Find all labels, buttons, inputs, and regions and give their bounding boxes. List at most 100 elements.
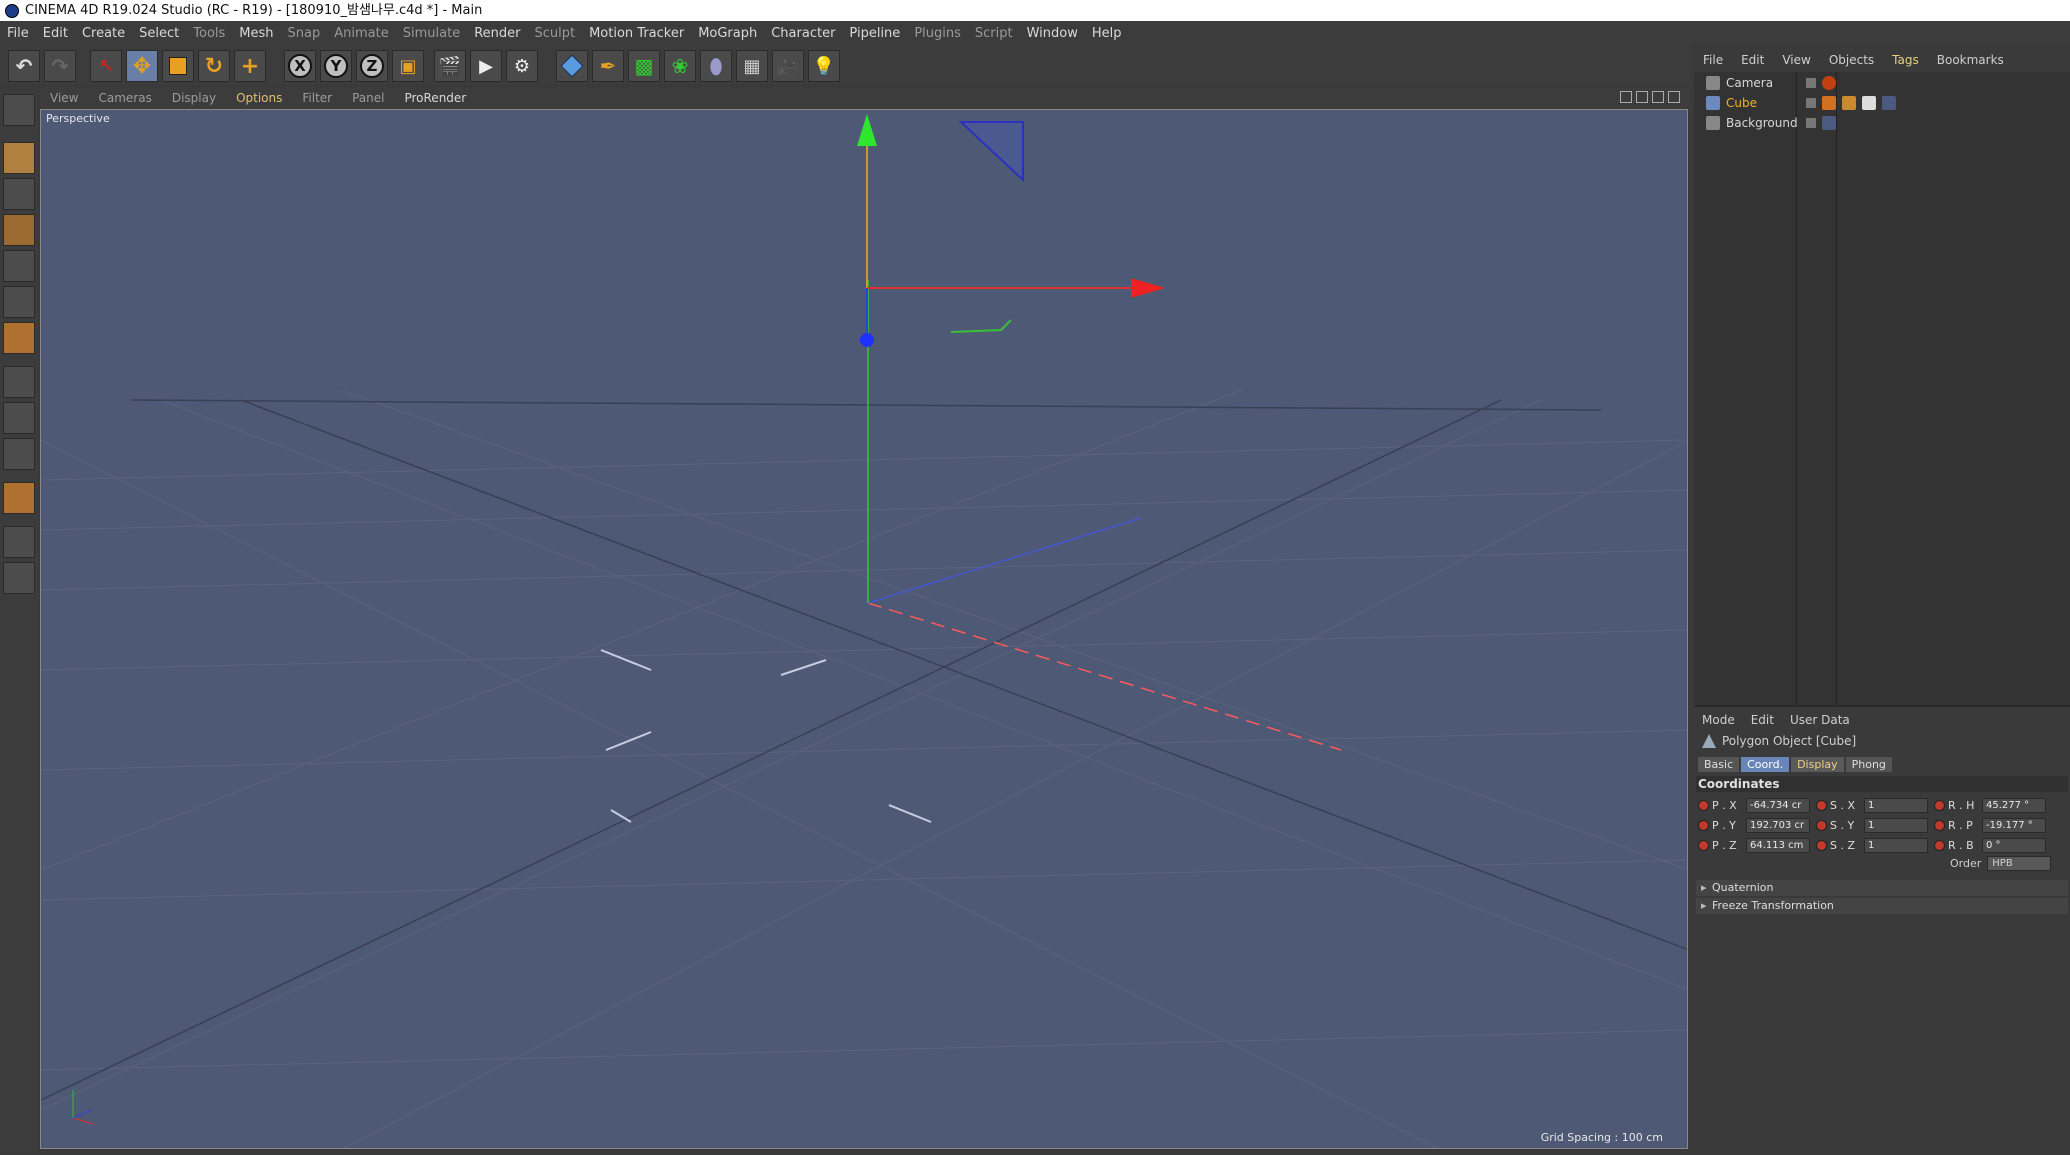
menu-sculpt[interactable]: Sculpt xyxy=(527,26,582,41)
recent-tool-icon[interactable]: + xyxy=(234,50,266,82)
edges-mode-icon[interactable] xyxy=(3,286,35,318)
orbit-icon[interactable] xyxy=(1652,91,1664,103)
model-mode-icon[interactable] xyxy=(3,142,35,174)
pan-icon[interactable] xyxy=(1620,91,1632,103)
viewport-menu-cameras[interactable]: Cameras xyxy=(88,91,161,105)
axis-mode-icon[interactable] xyxy=(3,366,35,398)
material-tag-icon[interactable] xyxy=(1822,95,1836,110)
viewport-menu-options[interactable]: Options xyxy=(226,91,292,105)
viewport-menu-panel[interactable]: Panel xyxy=(342,91,394,105)
menu-help[interactable]: Help xyxy=(1085,26,1129,41)
scale-tool-icon[interactable] xyxy=(162,50,194,82)
keyframe-icon[interactable] xyxy=(1816,839,1827,851)
menu-mesh[interactable]: Mesh xyxy=(232,26,280,41)
texture-mode-icon[interactable] xyxy=(3,178,35,210)
points-mode-icon[interactable] xyxy=(3,250,35,282)
texture-tag-icon[interactable] xyxy=(1882,95,1896,110)
am-menu-mode[interactable]: Mode xyxy=(1694,713,1743,727)
rotate-tool-icon[interactable]: ↻ xyxy=(198,50,230,82)
om-menu-bookmarks[interactable]: Bookmarks xyxy=(1928,53,2013,67)
tab-display[interactable]: Display xyxy=(1791,757,1844,772)
rotation-b-field[interactable]: 0 ° xyxy=(1982,837,2046,853)
zoom-icon[interactable] xyxy=(1636,91,1648,103)
scale-z-field[interactable]: 1 xyxy=(1864,837,1928,853)
deformer-icon[interactable]: ⬮ xyxy=(700,50,732,82)
menu-render[interactable]: Render xyxy=(467,26,527,41)
floor-environment-icon[interactable]: ▦ xyxy=(736,50,768,82)
menu-window[interactable]: Window xyxy=(1020,26,1085,41)
position-x-field[interactable]: -64.734 cr xyxy=(1746,797,1810,813)
move-tool-icon[interactable]: ✥ xyxy=(126,50,158,82)
redo-icon[interactable]: ↷ xyxy=(44,50,76,82)
scale-y-field[interactable]: 1 xyxy=(1864,817,1928,833)
om-menu-file[interactable]: File xyxy=(1694,53,1732,67)
quaternion-fold[interactable]: Quaternion xyxy=(1696,880,2068,896)
visibility-toggle-icon[interactable] xyxy=(1806,117,1816,128)
cube-object-icon[interactable] xyxy=(556,50,588,82)
protection-tag-icon[interactable] xyxy=(1822,75,1836,90)
keyframe-icon[interactable] xyxy=(1698,799,1709,811)
rotation-order-select[interactable]: HPB xyxy=(1987,856,2052,871)
menu-character[interactable]: Character xyxy=(764,26,842,41)
object-row-cube[interactable]: Cube xyxy=(1706,93,2070,112)
menu-animate[interactable]: Animate xyxy=(327,26,395,41)
uvw-tag-icon[interactable] xyxy=(1862,95,1876,110)
live-selection-icon[interactable]: ↖ xyxy=(90,50,122,82)
viewport-menu-filter[interactable]: Filter xyxy=(292,91,342,105)
menu-select[interactable]: Select xyxy=(132,26,186,41)
position-y-field[interactable]: 192.703 cr xyxy=(1746,817,1810,833)
menu-tools[interactable]: Tools xyxy=(186,26,232,41)
viewport-menu-view[interactable]: View xyxy=(40,91,88,105)
menu-script[interactable]: Script xyxy=(968,26,1020,41)
rotation-p-field[interactable]: -19.177 ° xyxy=(1982,817,2046,833)
menu-create[interactable]: Create xyxy=(75,26,132,41)
tab-basic[interactable]: Basic xyxy=(1698,757,1740,772)
keyframe-icon[interactable] xyxy=(1934,819,1945,831)
maximize-view-icon[interactable] xyxy=(1668,91,1680,103)
coordinate-system-icon[interactable]: ▣ xyxy=(392,50,424,82)
polygons-mode-icon[interactable] xyxy=(3,322,35,354)
om-menu-edit[interactable]: Edit xyxy=(1732,53,1773,67)
light-icon[interactable]: 💡 xyxy=(808,50,840,82)
am-menu-edit[interactable]: Edit xyxy=(1743,713,1782,727)
move-gizmo[interactable] xyxy=(857,114,1165,347)
enable-snap-icon[interactable] xyxy=(3,482,35,514)
edit-render-settings-icon[interactable]: ⚙ xyxy=(506,50,538,82)
make-editable-icon[interactable] xyxy=(3,94,35,126)
rotation-h-field[interactable]: 45.277 ° xyxy=(1982,797,2046,813)
object-row-background[interactable]: Background xyxy=(1706,113,2070,132)
undo-icon[interactable]: ↶ xyxy=(8,50,40,82)
planar-workplane-icon[interactable] xyxy=(3,562,35,594)
selection-tag-icon[interactable] xyxy=(1842,95,1856,110)
render-to-picture-viewer-icon[interactable]: ▶ xyxy=(470,50,502,82)
texture-tag-icon[interactable] xyxy=(1822,115,1836,130)
subdivision-surface-icon[interactable]: ▩ xyxy=(628,50,660,82)
z-axis-lock-button[interactable]: Z xyxy=(356,50,388,82)
camera-icon[interactable]: 🎥 xyxy=(772,50,804,82)
tweak-mode-icon[interactable] xyxy=(3,402,35,434)
tab-phong[interactable]: Phong xyxy=(1845,757,1892,772)
object-row-camera[interactable]: Camera xyxy=(1706,73,2070,92)
menu-mograph[interactable]: MoGraph xyxy=(691,26,764,41)
menu-plugins[interactable]: Plugins xyxy=(907,26,968,41)
menu-snap[interactable]: Snap xyxy=(281,26,328,41)
workplane-lock-icon[interactable] xyxy=(3,526,35,558)
keyframe-icon[interactable] xyxy=(1934,799,1945,811)
om-menu-objects[interactable]: Objects xyxy=(1820,53,1883,67)
perspective-viewport[interactable]: Perspective Grid Spacing : 100 cm xyxy=(40,109,1688,1149)
visibility-toggle-icon[interactable] xyxy=(1806,77,1816,88)
cloner-icon[interactable]: ❀ xyxy=(664,50,696,82)
keyframe-icon[interactable] xyxy=(1816,819,1827,831)
render-view-icon[interactable]: 🎬 xyxy=(434,50,466,82)
tab-coord[interactable]: Coord. xyxy=(1741,757,1790,772)
x-axis-lock-button[interactable]: X xyxy=(284,50,316,82)
keyframe-icon[interactable] xyxy=(1698,839,1709,851)
keyframe-icon[interactable] xyxy=(1816,799,1827,811)
am-menu-user-data[interactable]: User Data xyxy=(1782,713,1858,727)
om-menu-view[interactable]: View xyxy=(1773,53,1819,67)
workplane-mode-icon[interactable] xyxy=(3,214,35,246)
viewport-menu-display[interactable]: Display xyxy=(162,91,226,105)
solo-mode-icon[interactable] xyxy=(3,438,35,470)
om-menu-tags[interactable]: Tags xyxy=(1883,53,1928,67)
keyframe-icon[interactable] xyxy=(1934,839,1945,851)
